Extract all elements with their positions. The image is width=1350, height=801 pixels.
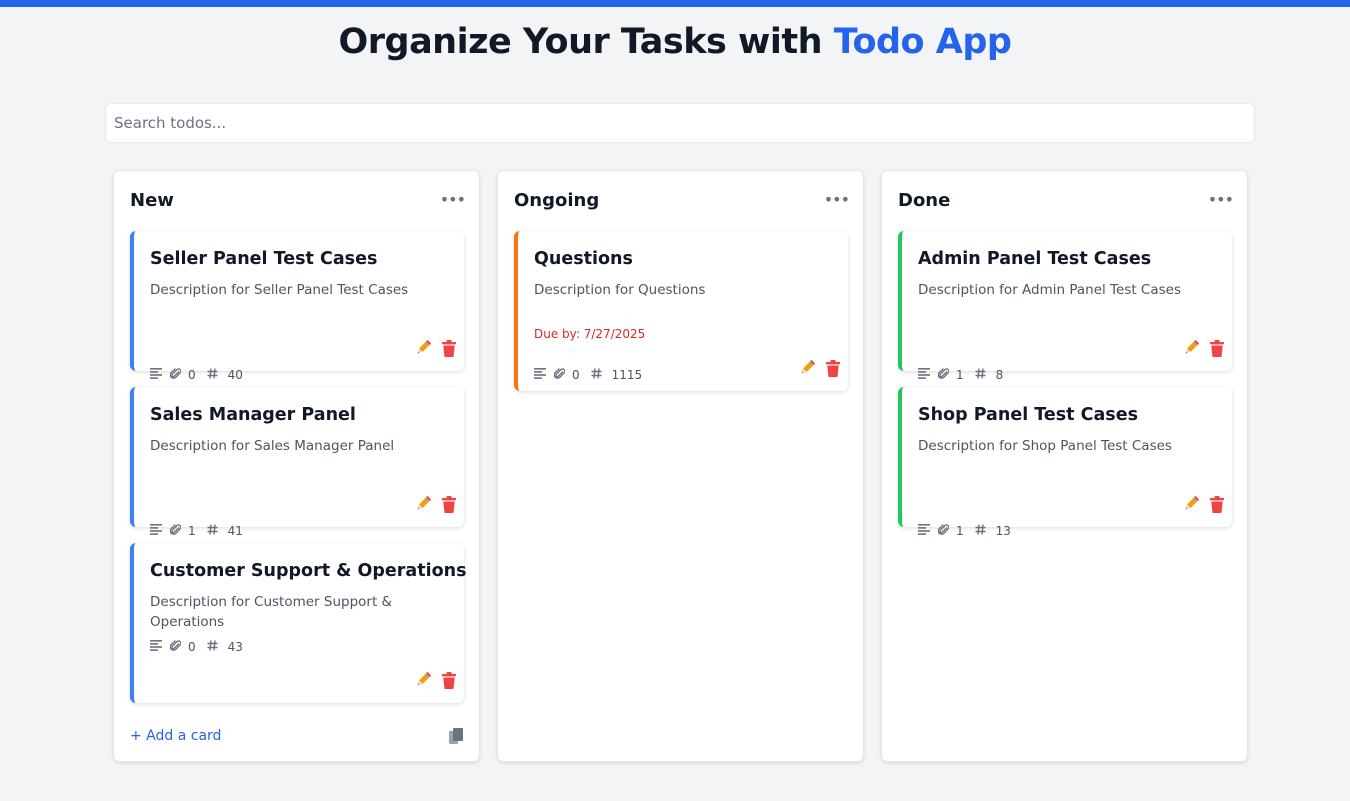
- card-description: Description for Sales Manager Panel: [150, 438, 395, 454]
- top-accent-bar: [0, 0, 1350, 7]
- card-title: Sales Manager Panel: [150, 405, 356, 425]
- attachment-count: 0: [188, 368, 196, 382]
- paperclip-icon: [553, 367, 566, 383]
- card-description: Description for Questions: [534, 282, 706, 298]
- column-title: Ongoing: [514, 190, 600, 211]
- page-title-main: Organize Your Tasks with: [338, 22, 823, 62]
- hash-icon: [975, 368, 986, 382]
- card-title: Admin Panel Test Cases: [918, 249, 1152, 269]
- task-card[interactable]: Customer Support & Operations Descriptio…: [130, 543, 467, 703]
- card-actions: [1182, 339, 1224, 361]
- trash-icon[interactable]: [1210, 339, 1224, 361]
- card-id: 43: [227, 640, 243, 654]
- pencil-icon[interactable]: [1182, 495, 1200, 517]
- card-meta: 0 1115: [534, 367, 642, 383]
- hash-icon: [975, 524, 986, 538]
- lines-icon: [150, 524, 162, 538]
- attachment-count: 0: [188, 640, 196, 654]
- task-card[interactable]: Shop Panel Test Cases Description for Sh…: [898, 387, 1232, 538]
- card-id: 1115: [611, 368, 643, 382]
- paperclip-icon: [169, 523, 182, 539]
- card-actions: [414, 339, 456, 361]
- task-card[interactable]: Admin Panel Test Cases Description for A…: [898, 231, 1232, 382]
- card-id: 41: [227, 524, 243, 538]
- ellipsis-icon[interactable]: •••: [440, 190, 466, 209]
- attachment-count: 1: [956, 368, 964, 382]
- hash-icon: [591, 368, 602, 382]
- lines-icon: [150, 640, 162, 654]
- page-title: Organize Your Tasks with Todo App: [0, 22, 1350, 62]
- paperclip-icon: [169, 367, 182, 383]
- lines-icon: [150, 368, 162, 382]
- trash-icon[interactable]: [826, 359, 840, 381]
- column-new: New ••• Seller Panel Test Cases Descript…: [113, 170, 480, 762]
- ellipsis-icon[interactable]: •••: [824, 190, 850, 209]
- paperclip-icon: [937, 367, 950, 383]
- hash-icon: [207, 524, 218, 538]
- task-card[interactable]: Questions Description for Questions 0 11…: [514, 231, 848, 391]
- attachment-count: 1: [956, 524, 964, 538]
- card-id: 13: [995, 524, 1011, 538]
- trash-icon[interactable]: [442, 671, 456, 693]
- pencil-icon[interactable]: [798, 359, 816, 381]
- card-title: Questions: [534, 249, 633, 269]
- card-meta: 1 8: [918, 367, 1003, 383]
- column-title: New: [130, 190, 174, 211]
- pencil-icon[interactable]: [1182, 339, 1200, 361]
- page-title-accent: Todo App: [833, 22, 1012, 62]
- pencil-icon[interactable]: [414, 671, 432, 693]
- column-ongoing: Ongoing ••• Questions Description for Qu…: [497, 170, 864, 762]
- add-card-button[interactable]: + Add a card: [130, 728, 221, 744]
- search-input[interactable]: [105, 103, 1255, 143]
- column-done: Done ••• Admin Panel Test Cases Descript…: [881, 170, 1248, 762]
- card-actions: [798, 359, 840, 381]
- attachment-count: 0: [572, 368, 580, 382]
- card-meta: 0 40: [150, 367, 243, 383]
- card-title: Customer Support & Operations: [150, 561, 467, 581]
- card-actions: [414, 495, 456, 517]
- hash-icon: [207, 368, 218, 382]
- attachment-count: 1: [188, 524, 196, 538]
- column-title: Done: [898, 190, 951, 211]
- card-meta: 0 43: [150, 639, 243, 655]
- card-meta: 1 41: [150, 523, 243, 539]
- card-description: Description for Customer Support & Opera…: [150, 594, 393, 630]
- trash-icon[interactable]: [442, 339, 456, 361]
- card-title: Shop Panel Test Cases: [918, 405, 1138, 425]
- card-description: Description for Seller Panel Test Cases: [150, 282, 409, 298]
- paperclip-icon: [169, 639, 182, 655]
- pencil-icon[interactable]: [414, 339, 432, 361]
- lines-icon: [918, 524, 930, 538]
- card-description: Description for Shop Panel Test Cases: [918, 438, 1172, 454]
- pencil-icon[interactable]: [414, 495, 432, 517]
- paperclip-icon: [937, 523, 950, 539]
- card-title: Seller Panel Test Cases: [150, 249, 378, 269]
- task-card[interactable]: Seller Panel Test Cases Description for …: [130, 231, 464, 382]
- lines-icon: [534, 368, 546, 382]
- lines-icon: [918, 368, 930, 382]
- card-id: 8: [995, 368, 1004, 382]
- card-description: Description for Admin Panel Test Cases: [918, 282, 1182, 298]
- task-card[interactable]: Sales Manager Panel Description for Sale…: [130, 387, 464, 538]
- hash-icon: [207, 640, 218, 654]
- card-meta: 1 13: [918, 523, 1011, 539]
- card-id: 40: [227, 368, 243, 382]
- copy-icon[interactable]: [449, 728, 463, 748]
- trash-icon[interactable]: [1210, 495, 1224, 517]
- trash-icon[interactable]: [442, 495, 456, 517]
- card-actions: [414, 671, 456, 693]
- ellipsis-icon[interactable]: •••: [1208, 190, 1234, 209]
- due-date: Due by: 7/27/2025: [534, 327, 646, 341]
- card-actions: [1182, 495, 1224, 517]
